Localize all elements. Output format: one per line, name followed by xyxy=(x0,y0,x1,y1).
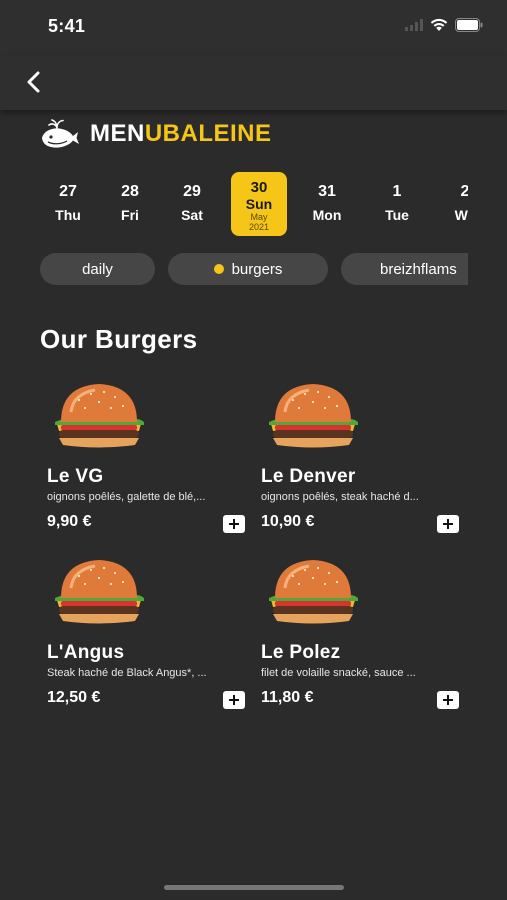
back-button[interactable] xyxy=(18,67,48,97)
day-weekday: Sat xyxy=(181,207,203,223)
menu-item-card[interactable]: Le Denver oignons poêlés, steak haché d.… xyxy=(261,378,461,543)
burger-image xyxy=(269,384,358,453)
brand-name-part2: UBALEINE xyxy=(144,120,272,147)
brand-name-part1: MEN xyxy=(90,120,145,147)
price-currency: € xyxy=(305,513,315,530)
home-indicator[interactable] xyxy=(164,885,344,890)
tab-burgers[interactable]: burgers xyxy=(168,253,328,285)
item-price: 12,50 € xyxy=(47,689,100,707)
day-month: May xyxy=(250,212,268,222)
day-29[interactable]: 29 Sat xyxy=(164,172,220,236)
add-button[interactable] xyxy=(223,515,245,533)
day-number: 27 xyxy=(59,183,77,200)
plus-icon xyxy=(443,519,453,529)
day-27[interactable]: 27 Thu xyxy=(40,172,96,236)
tab-label: breizhflams xyxy=(380,260,457,278)
item-description: oignons poêlés, steak haché d... xyxy=(261,491,419,503)
brand-name: MENUBALEINE xyxy=(90,120,272,148)
day-number: 2 xyxy=(460,183,468,200)
menu-item-card[interactable]: Le VG oignons poêlés, galette de blé,...… xyxy=(47,378,247,543)
price-currency: € xyxy=(304,689,314,706)
day-number: 28 xyxy=(121,183,139,200)
plus-icon xyxy=(229,695,239,705)
menu-item-card[interactable]: Le Polez filet de volaille snacké, sauce… xyxy=(261,554,461,719)
status-icons xyxy=(405,18,483,32)
day-number: 29 xyxy=(183,183,201,200)
day-number: 30 xyxy=(250,179,268,196)
tab-label: daily xyxy=(82,260,113,278)
date-selector[interactable]: 27 Thu 28 Fri 29 Sat 30 Sun May 2021 31 … xyxy=(40,172,468,238)
day-weekday: Sun xyxy=(245,196,273,212)
item-description: filet de volaille snacké, sauce ... xyxy=(261,667,416,679)
status-bar: 5:41 xyxy=(0,0,507,55)
item-description: Steak haché de Black Angus*, ... xyxy=(47,667,207,679)
burger-image xyxy=(55,384,144,453)
item-price: 9,90 € xyxy=(47,513,92,531)
add-button[interactable] xyxy=(437,515,459,533)
wifi-icon xyxy=(430,18,448,31)
plus-icon xyxy=(229,519,239,529)
tab-daily[interactable]: daily xyxy=(40,253,155,285)
item-name: Le Polez xyxy=(261,642,341,663)
tab-breizhflams[interactable]: breizhflams xyxy=(341,253,468,285)
battery-icon xyxy=(455,18,483,32)
cellular-signal-icon xyxy=(405,19,423,31)
nav-bar xyxy=(0,55,507,110)
price-value: 12,50 xyxy=(47,689,88,706)
add-button[interactable] xyxy=(223,691,245,709)
whale-icon xyxy=(42,119,79,148)
item-price: 10,90 € xyxy=(261,513,314,531)
add-button[interactable] xyxy=(437,691,459,709)
day-year: 2021 xyxy=(248,222,270,232)
price-currency: € xyxy=(91,689,101,706)
plus-icon xyxy=(443,695,453,705)
day-weekday: Mon xyxy=(312,207,342,223)
day-number: 1 xyxy=(392,183,402,200)
burger-image xyxy=(55,560,144,629)
category-tabs: daily burgers breizhflams xyxy=(40,253,468,287)
day-weekday: Thu xyxy=(55,207,81,223)
price-value: 11,80 xyxy=(261,689,301,706)
day-weekday: We xyxy=(454,207,468,223)
day-28[interactable]: 28 Fri xyxy=(102,172,158,236)
day-2[interactable]: 2 We xyxy=(437,172,468,236)
active-dot-icon xyxy=(213,264,224,274)
section-title: Our Burgers xyxy=(40,324,198,354)
chevron-left-icon xyxy=(27,71,40,93)
burger-image xyxy=(269,560,358,629)
menu-item-card[interactable]: L'Angus Steak haché de Black Angus*, ...… xyxy=(47,554,247,719)
status-time: 5:41 xyxy=(48,16,86,36)
price-value: 9,90 xyxy=(47,513,79,530)
item-description: oignons poêlés, galette de blé,... xyxy=(47,491,206,503)
day-number: 31 xyxy=(318,183,336,200)
tab-label: burgers xyxy=(231,260,283,278)
item-name: Le Denver xyxy=(261,466,356,487)
item-name: L'Angus xyxy=(47,642,125,663)
day-weekday: Fri xyxy=(121,207,139,223)
item-price: 11,80 € xyxy=(261,689,314,707)
price-currency: € xyxy=(82,513,92,530)
price-value: 10,90 xyxy=(261,513,302,530)
brand-logo: MENUBALEINE xyxy=(40,118,272,150)
day-1[interactable]: 1 Tue xyxy=(369,172,425,236)
day-30-selected[interactable]: 30 Sun May 2021 xyxy=(231,172,287,236)
item-name: Le VG xyxy=(47,466,104,487)
day-weekday: Tue xyxy=(385,207,409,223)
day-31[interactable]: 31 Mon xyxy=(299,172,355,236)
